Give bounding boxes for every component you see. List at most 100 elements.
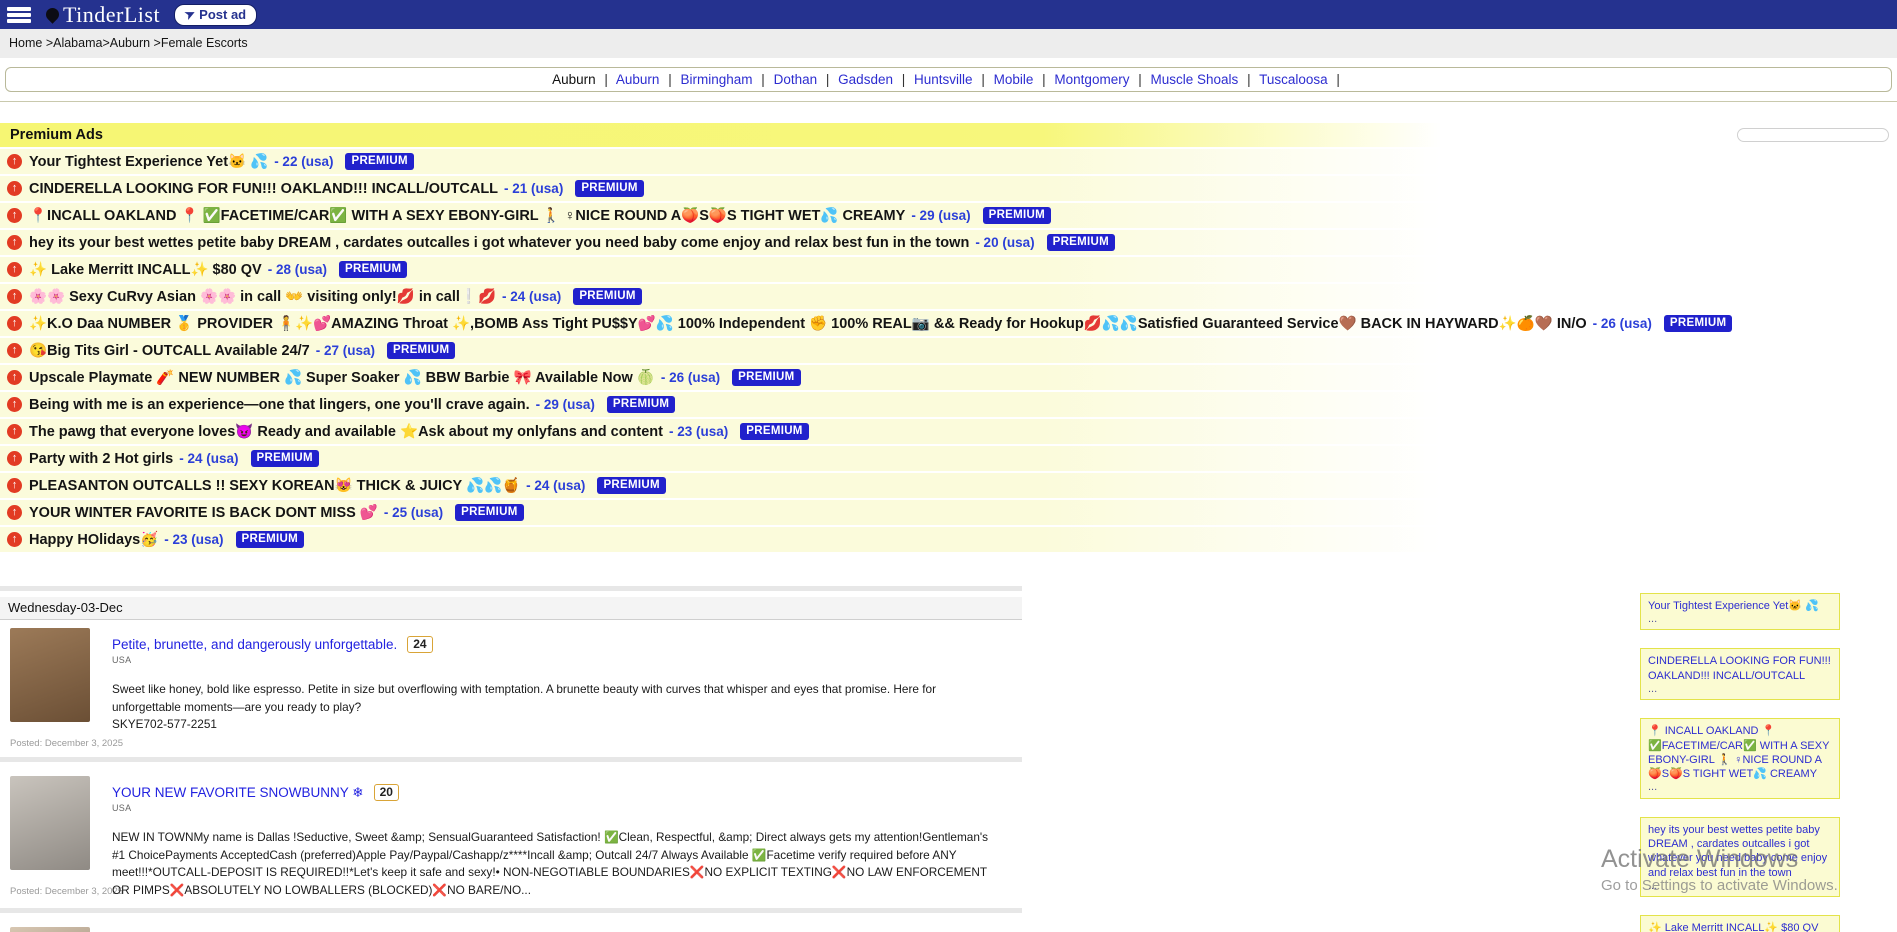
premium-ad-age-link[interactable]: - 29 (usa) [536,397,595,412]
sidebar-ad-link[interactable]: hey its your best wettes petite baby DRE… [1648,823,1832,880]
listing-title-link[interactable]: YOUR NEW FAVORITE SNOWBUNNY ❄ [112,785,364,801]
premium-ad-row[interactable]: ↑ Your Tightest Experience Yet🐱 💦 - 22 (… [0,149,1897,174]
listing-card[interactable]: Posted: December 3, 2025 "Don't stare to… [0,919,1022,932]
premium-ad-title[interactable]: 📍INCALL OAKLAND 📍 ✅FACETIME/CAR✅ WITH A … [29,207,905,224]
premium-ad-title[interactable]: CINDERELLA LOOKING FOR FUN!!! OAKLAND!!!… [29,181,498,197]
listing-card[interactable]: Posted: December 3, 2025 Petite, brunett… [0,620,1022,751]
breadcrumb-text: Home >Alabama>Auburn >Female Escorts [9,36,248,50]
premium-ad-age-link[interactable]: - 24 (usa) [502,289,561,304]
premium-ad-title[interactable]: Happy HOlidays🥳 [29,531,158,548]
up-arrow-icon: ↑ [7,289,22,304]
post-ad-button[interactable]: ➤ Post ad [174,4,257,26]
premium-ad-row[interactable]: ↑ Happy HOlidays🥳 - 23 (usa) PREMIUM [0,527,1897,552]
listing-left-column: Posted: December 3, 2025 [10,927,96,932]
premium-ad-title[interactable]: YOUR WINTER FAVORITE IS BACK DONT MISS 💕 [29,504,378,521]
listing-posted-date: Posted: December 3, 2025 [10,886,96,897]
listing-age-badge: 20 [374,784,399,801]
up-arrow-icon: ↑ [7,370,22,385]
menu-icon[interactable] [6,5,32,25]
sidebar: Your Tightest Experience Yet🐱 💦 ... CIND… [1640,593,1840,932]
sidebar-ad-link[interactable]: 📍 INCALL OAKLAND 📍 ✅FACETIME/CAR✅ WITH A… [1648,724,1832,781]
city-link[interactable]: Gadsden [838,72,893,87]
premium-header: Premium Ads [0,123,1897,147]
premium-ad-title[interactable]: Your Tightest Experience Yet🐱 💦 [29,153,268,170]
premium-ad-age-link[interactable]: - 26 (usa) [1593,316,1652,331]
premium-ad-age-link[interactable]: - 20 (usa) [975,235,1034,250]
breadcrumb[interactable]: Home >Alabama>Auburn >Female Escorts [0,29,1897,58]
city-link[interactable]: Montgomery [1054,72,1129,87]
city-link[interactable]: Muscle Shoals [1151,72,1239,87]
sidebar-ad-link[interactable]: Your Tightest Experience Yet🐱 💦 [1648,599,1832,613]
listing-title-link[interactable]: Petite, brunette, and dangerously unforg… [112,637,397,652]
premium-ad-row[interactable]: ↑ CINDERELLA LOOKING FOR FUN!!! OAKLAND!… [0,176,1897,201]
premium-ad-age-link[interactable]: - 24 (usa) [526,478,585,493]
premium-ad-age-link[interactable]: - 24 (usa) [179,451,238,466]
premium-ad-title[interactable]: Upscale Playmate 🧨 NEW NUMBER 💦 Super So… [29,369,655,386]
listing-title-row: Petite, brunette, and dangerously unforg… [112,636,992,653]
premium-ad-row[interactable]: ↑ 🌸🌸 Sexy CuRvy Asian 🌸🌸 in call 👐 visit… [0,284,1897,309]
sidebar-ad[interactable]: hey its your best wettes petite baby DRE… [1640,817,1840,897]
premium-ad-title[interactable]: ✨K.O Daa NUMBER 🥇 PROVIDER 🧍✨💕AMAZING Th… [29,315,1587,332]
premium-ad-row[interactable]: ↑ Party with 2 Hot girls - 24 (usa) PREM… [0,446,1897,471]
premium-ad-row[interactable]: ↑ hey its your best wettes petite baby D… [0,230,1897,255]
sidebar-ad-link[interactable]: ✨ Lake Merritt INCALL✨ $80 QV [1648,921,1832,932]
up-arrow-icon: ↑ [7,208,22,223]
sidebar-ad[interactable]: Your Tightest Experience Yet🐱 💦 ... [1640,593,1840,630]
listing-photo[interactable] [10,628,90,722]
premium-badge: PREMIUM [251,450,319,467]
premium-ad-row[interactable]: ↑ ✨K.O Daa NUMBER 🥇 PROVIDER 🧍✨💕AMAZING … [0,311,1897,336]
listing-photo[interactable] [10,927,90,932]
sidebar-ad[interactable]: 📍 INCALL OAKLAND 📍 ✅FACETIME/CAR✅ WITH A… [1640,718,1840,798]
sidebar-ad[interactable]: CINDERELLA LOOKING FOR FUN!!! OAKLAND!!!… [1640,648,1840,700]
premium-ad-age-link[interactable]: - 26 (usa) [661,370,720,385]
premium-ad-title[interactable]: Party with 2 Hot girls [29,451,173,467]
premium-ad-age-link[interactable]: - 23 (usa) [669,424,728,439]
premium-ad-title[interactable]: Being with me is an experience—one that … [29,397,530,413]
premium-ad-row[interactable]: ↑ 😘Big Tits Girl - OUTCALL Available 24/… [0,338,1897,363]
sidebar-ad[interactable]: ✨ Lake Merritt INCALL✨ $80 QV ... [1640,915,1840,932]
premium-ad-row[interactable]: ↑ 📍INCALL OAKLAND 📍 ✅FACETIME/CAR✅ WITH … [0,203,1897,228]
city-divider: | [604,72,608,87]
city-link[interactable]: Mobile [994,72,1034,87]
site-logo[interactable]: TinderList [46,2,160,28]
sidebar-ad-ellipsis: ... [1648,613,1832,626]
premium-ad-row[interactable]: ↑ Being with me is an experience—one tha… [0,392,1897,417]
sidebar-ad-link[interactable]: CINDERELLA LOOKING FOR FUN!!! OAKLAND!!!… [1648,654,1832,683]
city-divider: | [1042,72,1046,87]
premium-ad-title[interactable]: hey its your best wettes petite baby DRE… [29,235,969,251]
premium-ad-age-link[interactable]: - 27 (usa) [316,343,375,358]
premium-ad-row[interactable]: ↑ ✨ Lake Merritt INCALL✨ $80 QV - 28 (us… [0,257,1897,282]
premium-ad-age-link[interactable]: - 28 (usa) [268,262,327,277]
premium-ad-row[interactable]: ↑ YOUR WINTER FAVORITE IS BACK DONT MISS… [0,500,1897,525]
page: TinderList ➤ Post ad Home >Alabama>Aubur… [0,0,1897,932]
listing-left-column: Posted: December 3, 2025 [10,628,96,749]
premium-ad-title[interactable]: ✨ Lake Merritt INCALL✨ $80 QV [29,261,262,278]
premium-badge: PREMIUM [607,396,675,413]
city-link[interactable]: Tuscaloosa [1259,72,1328,87]
city-link[interactable]: Birmingham [681,72,753,87]
listing-photo[interactable] [10,776,90,870]
city-link[interactable]: Dothan [774,72,818,87]
top-right-box[interactable] [1737,128,1889,142]
up-arrow-icon: ↑ [7,235,22,250]
premium-ad-age-link[interactable]: - 23 (usa) [164,532,223,547]
city-link[interactable]: Auburn [616,72,660,87]
premium-title: Premium Ads [10,127,103,143]
premium-ad-age-link[interactable]: - 21 (usa) [504,181,563,196]
premium-badge: PREMIUM [573,288,641,305]
premium-ad-title[interactable]: The pawg that everyone loves😈 Ready and … [29,423,663,440]
premium-badge: PREMIUM [339,261,407,278]
premium-ad-title[interactable]: 🌸🌸 Sexy CuRvy Asian 🌸🌸 in call 👐 visitin… [29,288,496,305]
premium-ad-age-link[interactable]: - 25 (usa) [384,505,443,520]
premium-ad-title[interactable]: PLEASANTON OUTCALLS !! SEXY KOREAN😻 THIC… [29,477,520,494]
city-link[interactable]: Huntsville [914,72,973,87]
premium-ad-age-link[interactable]: - 22 (usa) [274,154,333,169]
premium-ad-row[interactable]: ↑ Upscale Playmate 🧨 NEW NUMBER 💦 Super … [0,365,1897,390]
city-divider: | [1336,72,1340,87]
premium-ad-row[interactable]: ↑ The pawg that everyone loves😈 Ready an… [0,419,1897,444]
city-divider: | [902,72,906,87]
premium-ad-row[interactable]: ↑ PLEASANTON OUTCALLS !! SEXY KOREAN😻 TH… [0,473,1897,498]
premium-ad-title[interactable]: 😘Big Tits Girl - OUTCALL Available 24/7 [29,342,310,359]
listing-card[interactable]: Posted: December 3, 2025 YOUR NEW FAVORI… [0,768,1022,902]
premium-ad-age-link[interactable]: - 29 (usa) [911,208,970,223]
